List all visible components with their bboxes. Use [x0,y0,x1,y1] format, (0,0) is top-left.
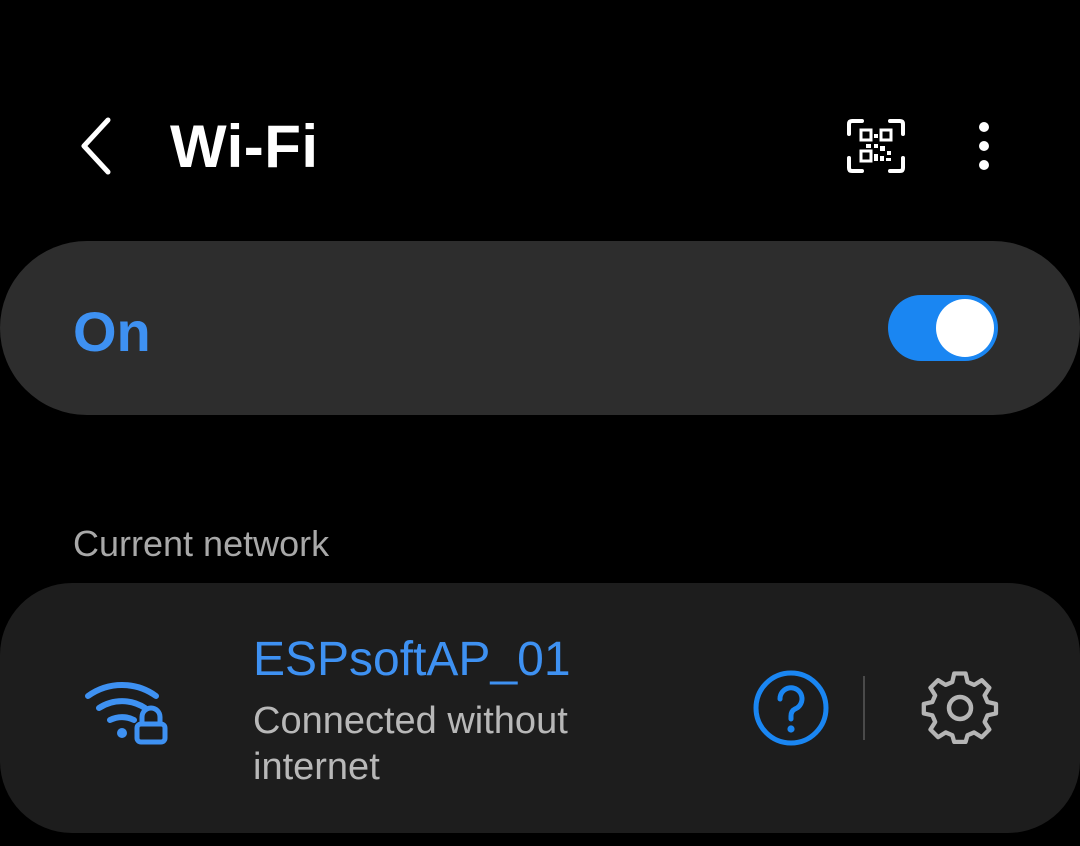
more-options-button[interactable] [958,112,1010,180]
wifi-switch[interactable] [888,295,998,361]
network-status: Connected without internet [253,700,568,788]
network-name: ESPsoftAP_01 [253,633,571,686]
action-divider [863,676,865,740]
qr-scan-icon [847,119,905,173]
more-vertical-icon [979,122,989,170]
back-button[interactable] [66,108,126,184]
wifi-lock-icon [82,668,172,746]
app-bar: Wi-Fi [0,0,1080,240]
gear-icon [921,671,999,745]
page-title: Wi-Fi [170,113,319,180]
network-settings-button[interactable] [920,668,1000,748]
section-label-current-network: Current network [73,523,330,564]
qr-scan-button[interactable] [842,112,910,180]
wifi-toggle-label: On [73,300,151,363]
switch-knob [936,299,994,357]
network-help-button[interactable] [752,669,830,747]
chevron-left-icon [81,117,111,175]
question-circle-icon [753,670,829,746]
